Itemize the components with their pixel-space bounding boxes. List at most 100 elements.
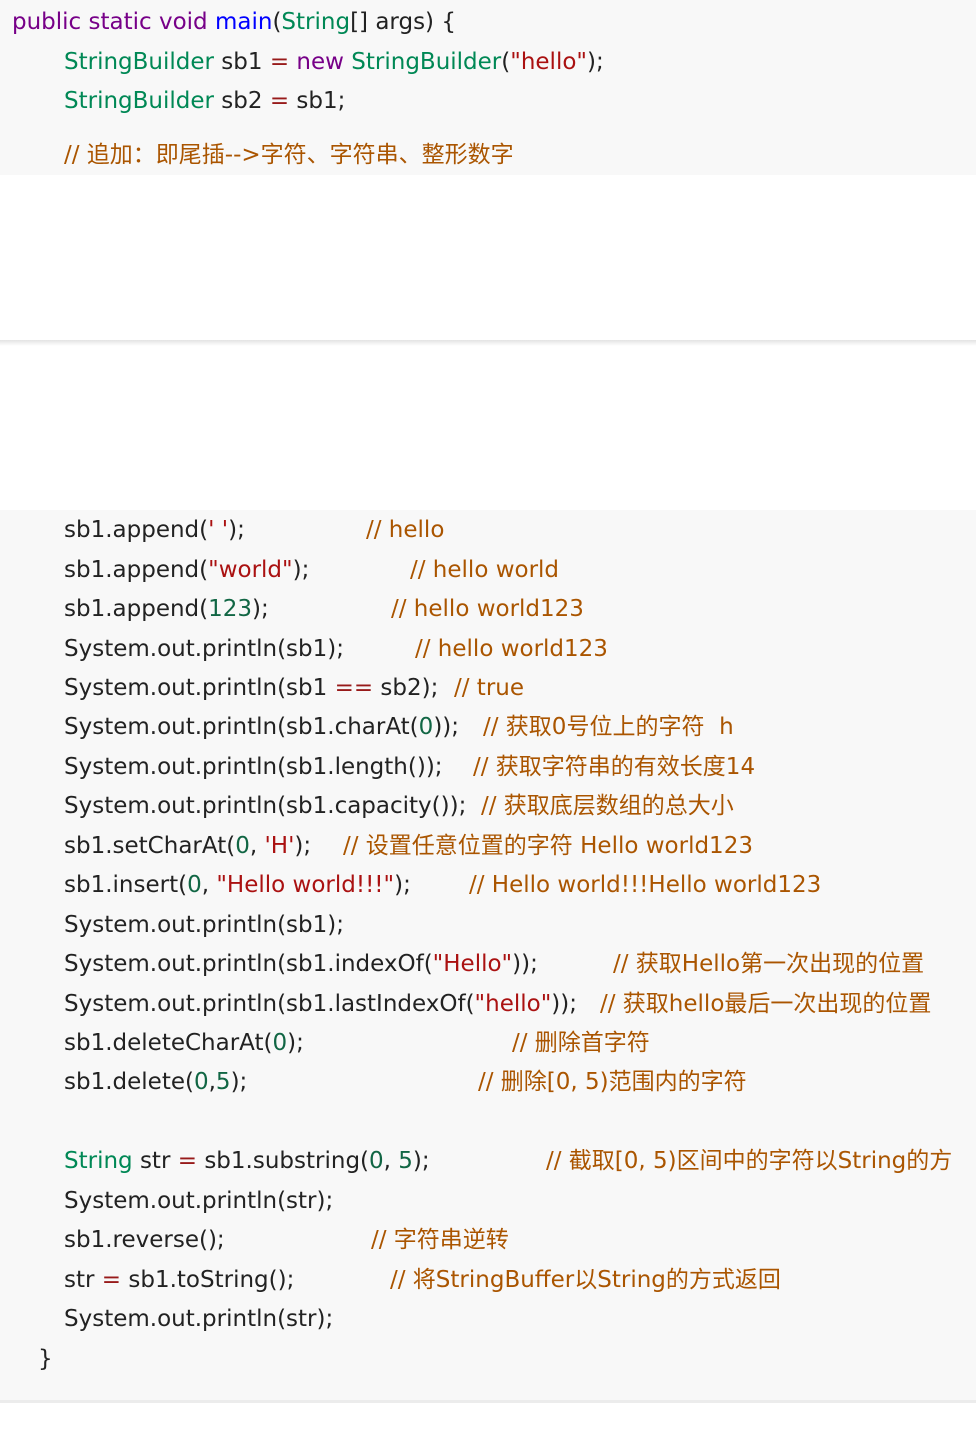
code-token: 0 bbox=[418, 714, 434, 740]
code-line: sb1.insert(0, "Hello world!!!"); bbox=[64, 869, 411, 901]
code-token: System.out.println(sb1); bbox=[64, 636, 344, 662]
code-token: sb1.delete( bbox=[64, 1069, 194, 1095]
code-token: sb2 bbox=[213, 88, 270, 114]
code-comment: // 将StringBuffer以String的方式返回 bbox=[390, 1267, 781, 1293]
code-token: sb2); bbox=[373, 675, 439, 701]
code-token: StringBuilder bbox=[64, 49, 214, 75]
code-token: == bbox=[334, 675, 374, 701]
code-block-top: public static void main(String[] args) {… bbox=[0, 0, 976, 175]
code-token: System.out.println(sb1.length()); bbox=[64, 754, 443, 780]
code-comment: // 删除[0, 5)范围内的字符 bbox=[478, 1069, 747, 1095]
code-token: sb1.toString(); bbox=[121, 1267, 295, 1293]
code-line: } bbox=[38, 1343, 53, 1375]
code-line: sb1.append(' '); bbox=[64, 514, 245, 546]
code-token: )); bbox=[433, 714, 460, 740]
code-token: System.out.println(sb1.charAt( bbox=[64, 714, 419, 740]
code-token: str bbox=[64, 1267, 102, 1293]
code-token: public static void bbox=[12, 9, 215, 35]
code-line: // 追加：即尾插-->字符、字符串、整形数字 bbox=[64, 139, 514, 171]
code-line: sb1.deleteCharAt(0); bbox=[64, 1027, 304, 1059]
code-line: sb1.append(123); bbox=[64, 593, 269, 625]
code-line: String str = sb1.substring(0, 5); bbox=[64, 1145, 430, 1177]
code-token: 0 bbox=[187, 872, 202, 898]
code-token: ); bbox=[587, 49, 604, 75]
code-line: System.out.println(str); bbox=[64, 1303, 333, 1335]
code-token: = bbox=[269, 49, 290, 75]
code-token: ); bbox=[292, 557, 310, 583]
code-token: ' ' bbox=[208, 517, 229, 543]
code-comment: // 追加：即尾插-->字符、字符串、整形数字 bbox=[64, 142, 514, 168]
code-token: sb1.setCharAt( bbox=[64, 833, 236, 859]
bottom-divider bbox=[0, 1400, 976, 1403]
code-token: ); bbox=[228, 517, 245, 543]
code-comment: // 设置任意位置的字符 Hello world123 bbox=[343, 833, 753, 859]
code-token: , bbox=[208, 1069, 216, 1095]
code-comment: // 获取底层数组的总大小 bbox=[481, 793, 734, 819]
code-line: System.out.println(sb1.indexOf("Hello"))… bbox=[64, 948, 538, 980]
code-line: sb1.append("world"); bbox=[64, 554, 309, 586]
code-comment: // 删除首字符 bbox=[512, 1030, 650, 1056]
code-comment: // 获取Hello第一次出现的位置 bbox=[613, 951, 925, 977]
code-token: sb1.append( bbox=[64, 596, 209, 622]
code-token: StringBuilder bbox=[351, 49, 502, 75]
code-token: "hello" bbox=[510, 49, 587, 75]
code-token: , bbox=[383, 1148, 399, 1174]
code-token: "world" bbox=[208, 557, 293, 583]
code-line: sb1.delete(0,5); bbox=[64, 1066, 247, 1098]
code-token: [] args) { bbox=[350, 9, 456, 35]
code-line: System.out.println(sb1); bbox=[64, 909, 344, 941]
code-comment: // 截取[0, 5)区间中的字符以String的方 bbox=[546, 1148, 953, 1174]
code-token: System.out.println(sb1 bbox=[64, 675, 335, 701]
code-token: "Hello" bbox=[432, 951, 513, 977]
code-token: System.out.println(str); bbox=[64, 1306, 334, 1332]
code-line: public static void main(String[] args) { bbox=[12, 6, 456, 38]
code-token: System.out.println(str); bbox=[64, 1188, 334, 1214]
code-token: )); bbox=[512, 951, 538, 977]
code-token: "Hello world!!!" bbox=[216, 872, 395, 898]
code-token: 0 bbox=[193, 1069, 209, 1095]
code-line: sb1.setCharAt(0, 'H'); bbox=[64, 830, 311, 862]
code-token: )); bbox=[551, 991, 577, 1017]
code-token: sb1.deleteCharAt( bbox=[64, 1030, 273, 1056]
code-token: main bbox=[214, 9, 273, 35]
code-token: ( bbox=[501, 49, 511, 75]
code-token: new bbox=[296, 49, 344, 75]
code-comment: // hello world bbox=[410, 557, 560, 583]
code-line: System.out.println(str); bbox=[64, 1185, 333, 1217]
code-comment: // 获取hello最后一次出现的位置 bbox=[600, 991, 932, 1017]
code-token: } bbox=[38, 1346, 53, 1372]
code-token: ); bbox=[394, 872, 411, 898]
code-comment: // hello world123 bbox=[391, 596, 584, 622]
code-line: System.out.println(sb1.length()); bbox=[64, 751, 443, 783]
code-comment: // 获取0号位上的字符 h bbox=[483, 714, 734, 740]
code-line: StringBuilder sb2 = sb1; bbox=[64, 85, 345, 117]
code-token: 0 bbox=[235, 833, 250, 859]
code-token: sb1.insert( bbox=[64, 872, 188, 898]
code-token: sb1.append( bbox=[64, 557, 209, 583]
code-line: StringBuilder sb1 = new StringBuilder("h… bbox=[64, 46, 604, 78]
blank-area-top bbox=[0, 175, 976, 340]
code-line: System.out.println(sb1.capacity()); bbox=[64, 790, 466, 822]
code-token: sb1; bbox=[289, 88, 346, 114]
code-token: 'H' bbox=[264, 833, 295, 859]
code-token: ); bbox=[412, 1148, 430, 1174]
code-line: str = sb1.toString(); bbox=[64, 1264, 294, 1296]
code-line: sb1.reverse(); bbox=[64, 1224, 225, 1256]
blank-area-bottom bbox=[0, 346, 976, 510]
code-token: sb1.substring( bbox=[197, 1148, 370, 1174]
code-token: ); bbox=[294, 833, 312, 859]
code-token: sb1.reverse(); bbox=[64, 1227, 225, 1253]
code-token: , bbox=[201, 872, 217, 898]
code-block-bottom: sb1.append(' ');// hello sb1.append("worl… bbox=[0, 510, 976, 1400]
code-line: System.out.println(sb1.charAt(0)); bbox=[64, 711, 459, 743]
code-token: 5 bbox=[398, 1148, 413, 1174]
code-comment: // Hello world!!!Hello world123 bbox=[469, 872, 822, 898]
code-token: , bbox=[249, 833, 265, 859]
code-token: str bbox=[132, 1148, 178, 1174]
code-token: = bbox=[269, 88, 290, 114]
code-token: sb1 bbox=[213, 49, 270, 75]
code-token: String bbox=[281, 9, 351, 35]
code-token: System.out.println(sb1.capacity()); bbox=[64, 793, 467, 819]
code-token: StringBuilder bbox=[64, 88, 214, 114]
code-token: 0 bbox=[369, 1148, 384, 1174]
